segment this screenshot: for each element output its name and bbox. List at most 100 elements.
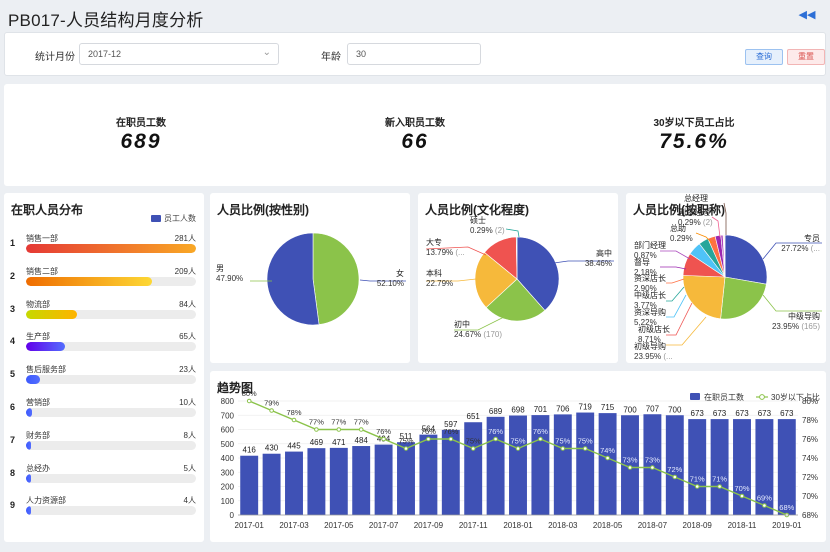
trend-bar[interactable] (397, 442, 415, 515)
trend-bar[interactable] (352, 446, 371, 515)
bar-track (26, 375, 196, 385)
trend-bar[interactable] (441, 429, 460, 515)
trend-bar[interactable] (307, 448, 326, 515)
trend-bar[interactable] (329, 447, 348, 515)
reset-button[interactable]: 重置 (787, 49, 825, 65)
trend-point[interactable] (448, 436, 454, 442)
trend-point[interactable] (269, 408, 274, 413)
bar-value-label: 469 (310, 438, 324, 447)
trend-bar[interactable] (509, 415, 527, 515)
trend-point[interactable] (717, 484, 722, 489)
trend-point[interactable] (515, 446, 521, 451)
pie-slice[interactable] (682, 275, 726, 320)
trend-bar[interactable] (688, 419, 707, 515)
trend-bar[interactable] (285, 451, 303, 515)
bar-value-label: 700 (668, 405, 682, 414)
trend-bar[interactable] (374, 444, 393, 515)
pie-slice[interactable] (724, 234, 768, 285)
trend-point[interactable] (582, 446, 588, 451)
legend-marker (759, 394, 765, 400)
trend-point[interactable] (336, 427, 342, 432)
trend-bar[interactable] (576, 412, 595, 515)
trend-bar[interactable] (643, 414, 662, 515)
list-item[interactable]: 4 生产部 65人 (4, 331, 204, 357)
trend-point[interactable] (493, 436, 498, 442)
x-axis-tick: 2017-01 (235, 521, 265, 530)
pie-slice[interactable] (266, 232, 320, 326)
department-name: 财务部 (26, 430, 50, 440)
trend-point[interactable] (739, 493, 745, 499)
y-axis-left-tick: 0 (230, 511, 235, 520)
pie-slice-value: 27.72% (... (781, 244, 820, 253)
pie-leader-line (660, 266, 687, 270)
department-count: 65人 (179, 332, 196, 342)
pie-slice[interactable] (720, 276, 767, 320)
bar-fill (26, 506, 32, 516)
department-name: 人力资源部 (26, 496, 66, 506)
x-axis-tick: 2018-01 (503, 521, 533, 530)
list-item[interactable]: 6 营销部 10人 (4, 397, 204, 423)
trend-point[interactable] (470, 446, 476, 451)
list-item[interactable]: 8 总经办 5人 (4, 463, 204, 489)
list-item[interactable]: 1 销售一部 281人 (4, 233, 204, 259)
trend-point[interactable] (358, 427, 364, 432)
trend-bar[interactable] (777, 419, 796, 515)
pie-slice-name: 高中 (596, 248, 612, 258)
pie-slice[interactable] (312, 232, 360, 325)
age-input[interactable]: 30 (347, 43, 481, 65)
query-button[interactable]: 查询 (745, 49, 783, 65)
department-count: 209人 (174, 266, 196, 276)
trend-bar[interactable] (553, 414, 572, 515)
month-label: 统计月份 (35, 52, 75, 63)
trend-point[interactable] (650, 465, 655, 470)
distribution-legend[interactable]: 员工人数 (151, 213, 196, 224)
trend-bar[interactable] (733, 419, 751, 515)
page-title: PB017-人员结构月度分析 (8, 11, 204, 30)
trend-point[interactable] (694, 484, 700, 489)
bar-track (26, 309, 196, 319)
rank-number: 4 (10, 336, 16, 347)
month-select[interactable]: 2017-12 ⌄ (79, 43, 279, 65)
trend-point[interactable] (627, 465, 633, 470)
list-item[interactable]: 9 人力资源部 4人 (4, 495, 204, 521)
trend-bar[interactable] (240, 455, 259, 515)
line-value-label: 73% (622, 456, 637, 465)
department-count: 10人 (179, 398, 196, 407)
rank-number: 7 (10, 434, 16, 445)
list-item[interactable]: 3 物流部 84人 (4, 299, 204, 325)
trend-point[interactable] (403, 446, 409, 451)
legend-label: 员工人数 (164, 214, 196, 223)
rank-number: 2 (10, 270, 16, 281)
trend-bar[interactable] (598, 413, 617, 515)
list-item[interactable]: 7 财务部 8人 (4, 430, 204, 456)
bar-value-label: 701 (534, 405, 548, 414)
trend-point[interactable] (291, 417, 297, 423)
trend-point[interactable] (426, 436, 431, 442)
trend-bar[interactable] (262, 453, 281, 515)
trend-point[interactable] (381, 436, 386, 442)
bar-track (26, 408, 196, 417)
bar-value-label: 471 (332, 438, 346, 447)
trend-point[interactable] (762, 503, 767, 508)
trend-point[interactable] (560, 446, 566, 451)
trend-point[interactable] (246, 398, 252, 404)
pie-leader-line (723, 202, 727, 235)
kpi-value: 75.6% (659, 130, 729, 153)
age-value: 30 (356, 49, 367, 59)
pie-slice-name: 女 (396, 268, 404, 278)
trend-bar[interactable] (710, 419, 729, 515)
bar-fill (26, 276, 153, 286)
collapse-icon[interactable]: ◀◀ (796, 6, 818, 24)
bar-fill (26, 375, 40, 385)
list-item[interactable]: 2 销售二部 209人 (4, 266, 204, 292)
list-item[interactable]: 5 售后服务部 23人 (4, 364, 204, 390)
trend-point[interactable] (314, 427, 319, 432)
kpi-label: 在职员工数 (116, 118, 166, 129)
pie-slice-count: (... (663, 352, 672, 361)
trend-point[interactable] (672, 474, 678, 480)
gender-pie-chart: 男47.90% 女52.10% (216, 232, 406, 326)
trend-bar[interactable] (419, 434, 438, 515)
trend-point[interactable] (605, 455, 610, 461)
trend-point[interactable] (538, 436, 543, 442)
line-value-label: 76% (533, 427, 548, 436)
